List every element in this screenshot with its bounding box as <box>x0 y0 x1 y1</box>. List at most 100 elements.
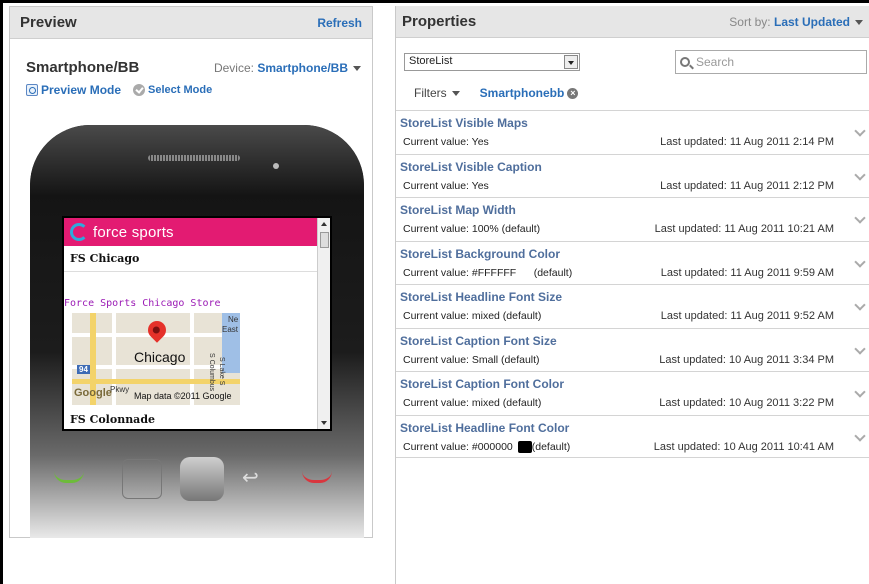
property-row[interactable]: StoreList Map Width Current value: 100% … <box>396 197 869 241</box>
property-row[interactable]: StoreList Caption Font Size Current valu… <box>396 327 869 372</box>
google-logo: Google <box>74 387 112 399</box>
property-value-text: Current value: #000000 <box>403 440 513 453</box>
property-name: StoreList Caption Font Color <box>400 377 564 391</box>
component-select[interactable]: StoreList <box>404 53 580 71</box>
search-input[interactable]: Search <box>675 50 867 74</box>
map-attribution: Map data ©2011 Google <box>134 391 232 401</box>
property-row[interactable]: StoreList Visible Maps Current value: Ye… <box>396 110 869 154</box>
menu-key-icon <box>122 459 162 499</box>
property-updated: Last updated: 10 Aug 2011 3:22 PM <box>659 397 834 409</box>
interstate-shield-icon: 94 <box>77 365 90 374</box>
map-pin-icon[interactable] <box>144 317 170 343</box>
chevron-down-icon[interactable] <box>854 168 866 181</box>
map-label: S Columbus <box>208 353 215 392</box>
select-mode-button[interactable]: Select Mode <box>133 83 212 97</box>
search-icon <box>680 57 690 67</box>
brand-name: force sports <box>93 223 174 241</box>
property-row[interactable]: StoreList Background Color Current value… <box>396 240 869 285</box>
chevron-down-icon[interactable] <box>854 386 866 398</box>
map-label: Ne <box>228 315 239 324</box>
sort-label: Sort by: <box>729 14 771 29</box>
refresh-link[interactable]: Refresh <box>317 16 362 30</box>
chevron-down-icon[interactable] <box>854 255 866 268</box>
property-row[interactable]: StoreList Headline Font Color Current va… <box>396 414 869 458</box>
properties-panel: Properties Sort by: Last Updated StoreLi… <box>395 6 869 584</box>
checkmark-icon <box>133 84 146 96</box>
brand-header: force sports <box>64 218 317 246</box>
property-value: Current value: #FFFFFF (default) <box>403 266 573 279</box>
properties-header: Properties Sort by: Last Updated <box>396 6 869 38</box>
phone-speaker <box>148 155 240 161</box>
property-value: Current value: Small (default) <box>403 353 540 366</box>
selector-row: StoreList <box>404 53 580 71</box>
device-selector[interactable]: Device: Smartphone/BB <box>214 61 361 75</box>
preview-panel: Preview Refresh Smartphone/BB Device: Sm… <box>9 6 373 538</box>
property-name: StoreList Visible Maps <box>400 116 528 130</box>
screen-scrollbar[interactable] <box>317 218 330 429</box>
preview-mode-icon <box>26 84 38 96</box>
mode-switch: Preview Mode Select Mode <box>26 83 212 97</box>
phone-keys: ↩ <box>30 455 364 505</box>
end-call-key-icon <box>302 469 332 483</box>
chevron-down-icon[interactable] <box>854 212 866 224</box>
scroll-up-icon[interactable] <box>321 222 327 226</box>
device-value: Smartphone/BB <box>257 60 348 75</box>
property-name: StoreList Headline Font Color <box>400 420 570 435</box>
property-value: Current value: mixed (default) <box>403 310 542 322</box>
trackpad-icon <box>180 457 224 501</box>
property-name: StoreList Visible Caption <box>400 159 542 174</box>
property-updated: Last updated: 10 Aug 2011 3:34 PM <box>659 353 834 366</box>
component-select-value: StoreList <box>409 55 453 67</box>
property-updated: Last updated: 11 Aug 2011 2:12 PM <box>660 179 834 192</box>
chevron-down-icon[interactable] <box>854 299 866 311</box>
filter-chip-label: Smartphonebb <box>479 86 565 100</box>
filter-bar: Filters Smartphonebb × <box>414 86 579 100</box>
filter-chip[interactable]: Smartphonebb × <box>480 86 579 100</box>
store-title: FS Chicago <box>64 246 317 272</box>
preview-mode-button[interactable]: Preview Mode <box>26 83 121 97</box>
search-placeholder: Search <box>696 55 735 69</box>
property-row[interactable]: StoreList Headline Font Size Current val… <box>396 284 869 328</box>
phone-camera <box>273 163 279 169</box>
property-row[interactable]: StoreList Visible Caption Current value:… <box>396 153 869 198</box>
store-map[interactable]: Ne East S Columbus S Lake S Pkwy 94 Chic… <box>72 313 240 405</box>
map-city-label: Chicago <box>134 349 186 365</box>
property-updated: Last updated: 11 Aug 2011 2:14 PM <box>660 136 834 148</box>
property-row[interactable]: StoreList Caption Font Color Current val… <box>396 371 869 415</box>
property-name: StoreList Map Width <box>400 203 516 217</box>
filters-dropdown[interactable]: Filters <box>414 86 460 100</box>
store-title: FS Colonnade <box>70 413 156 426</box>
property-updated: Last updated: 11 Aug 2011 9:52 AM <box>660 310 834 322</box>
scroll-down-icon[interactable] <box>321 421 327 425</box>
filters-label: Filters <box>414 86 447 100</box>
property-updated: Last updated: 11 Aug 2011 10:21 AM <box>654 223 834 235</box>
screen-content: force sports FS Chicago Force Sports Chi… <box>64 218 317 429</box>
property-value-default: (default) <box>531 440 571 453</box>
property-value: Current value: Yes <box>403 136 489 148</box>
select-mode-label: Select Mode <box>148 84 213 96</box>
store-caption-link[interactable]: Force Sports Chicago Store <box>64 286 317 313</box>
select-arrow-icon[interactable] <box>564 55 578 69</box>
map-label: Pkwy <box>110 385 130 394</box>
device-row: Smartphone/BB Device: Smartphone/BB <box>26 59 361 76</box>
chevron-down-icon[interactable] <box>854 342 866 355</box>
map-label: East <box>222 325 239 334</box>
property-updated: Last updated: 11 Aug 2011 9:59 AM <box>660 266 834 279</box>
chevron-down-icon[interactable] <box>854 429 866 442</box>
preview-header: Preview Refresh <box>10 7 372 39</box>
phone-device-image: force sports FS Chicago Force Sports Chi… <box>30 125 364 538</box>
property-updated: Last updated: 10 Aug 2011 10:41 AM <box>653 440 834 453</box>
properties-list: StoreList Visible Maps Current value: Ye… <box>396 110 869 458</box>
property-name: StoreList Headline Font Size <box>400 290 563 304</box>
close-icon[interactable]: × <box>567 87 579 99</box>
phone-bezel-top <box>30 125 364 195</box>
sort-dropdown[interactable]: Sort by: Last Updated <box>729 15 863 29</box>
caret-down-icon <box>353 65 361 71</box>
scroll-thumb[interactable] <box>320 232 329 248</box>
property-value: Current value: 100% (default) <box>403 223 541 235</box>
brand-logo-icon <box>70 223 88 241</box>
caret-down-icon <box>855 19 863 25</box>
chevron-down-icon[interactable] <box>854 125 866 137</box>
properties-title: Properties <box>402 13 477 30</box>
phone-screen: force sports FS Chicago Force Sports Chi… <box>62 216 332 431</box>
